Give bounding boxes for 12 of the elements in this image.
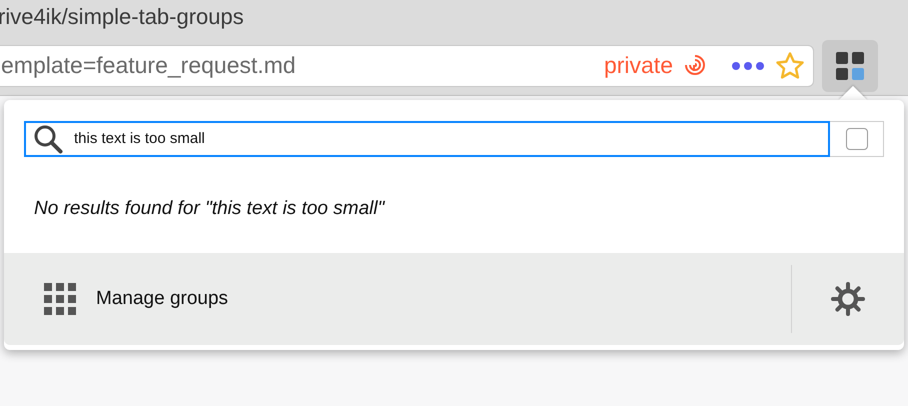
private-label: private [604,51,673,80]
search-field[interactable]: this text is too small [24,121,830,157]
more-icon[interactable] [731,60,765,70]
checkbox[interactable] [846,128,868,150]
grid-icon [835,50,865,80]
tab-groups-button[interactable] [822,40,878,92]
address-bar[interactable]: emplate=feature_request.md private [0,44,814,86]
star-icon[interactable] [775,50,805,80]
no-results-message: No results found for "this text is too small" [34,197,386,221]
url-text: emplate=feature_request.md [1,51,297,80]
settings-icon [831,282,865,316]
grid-icon [44,283,76,315]
